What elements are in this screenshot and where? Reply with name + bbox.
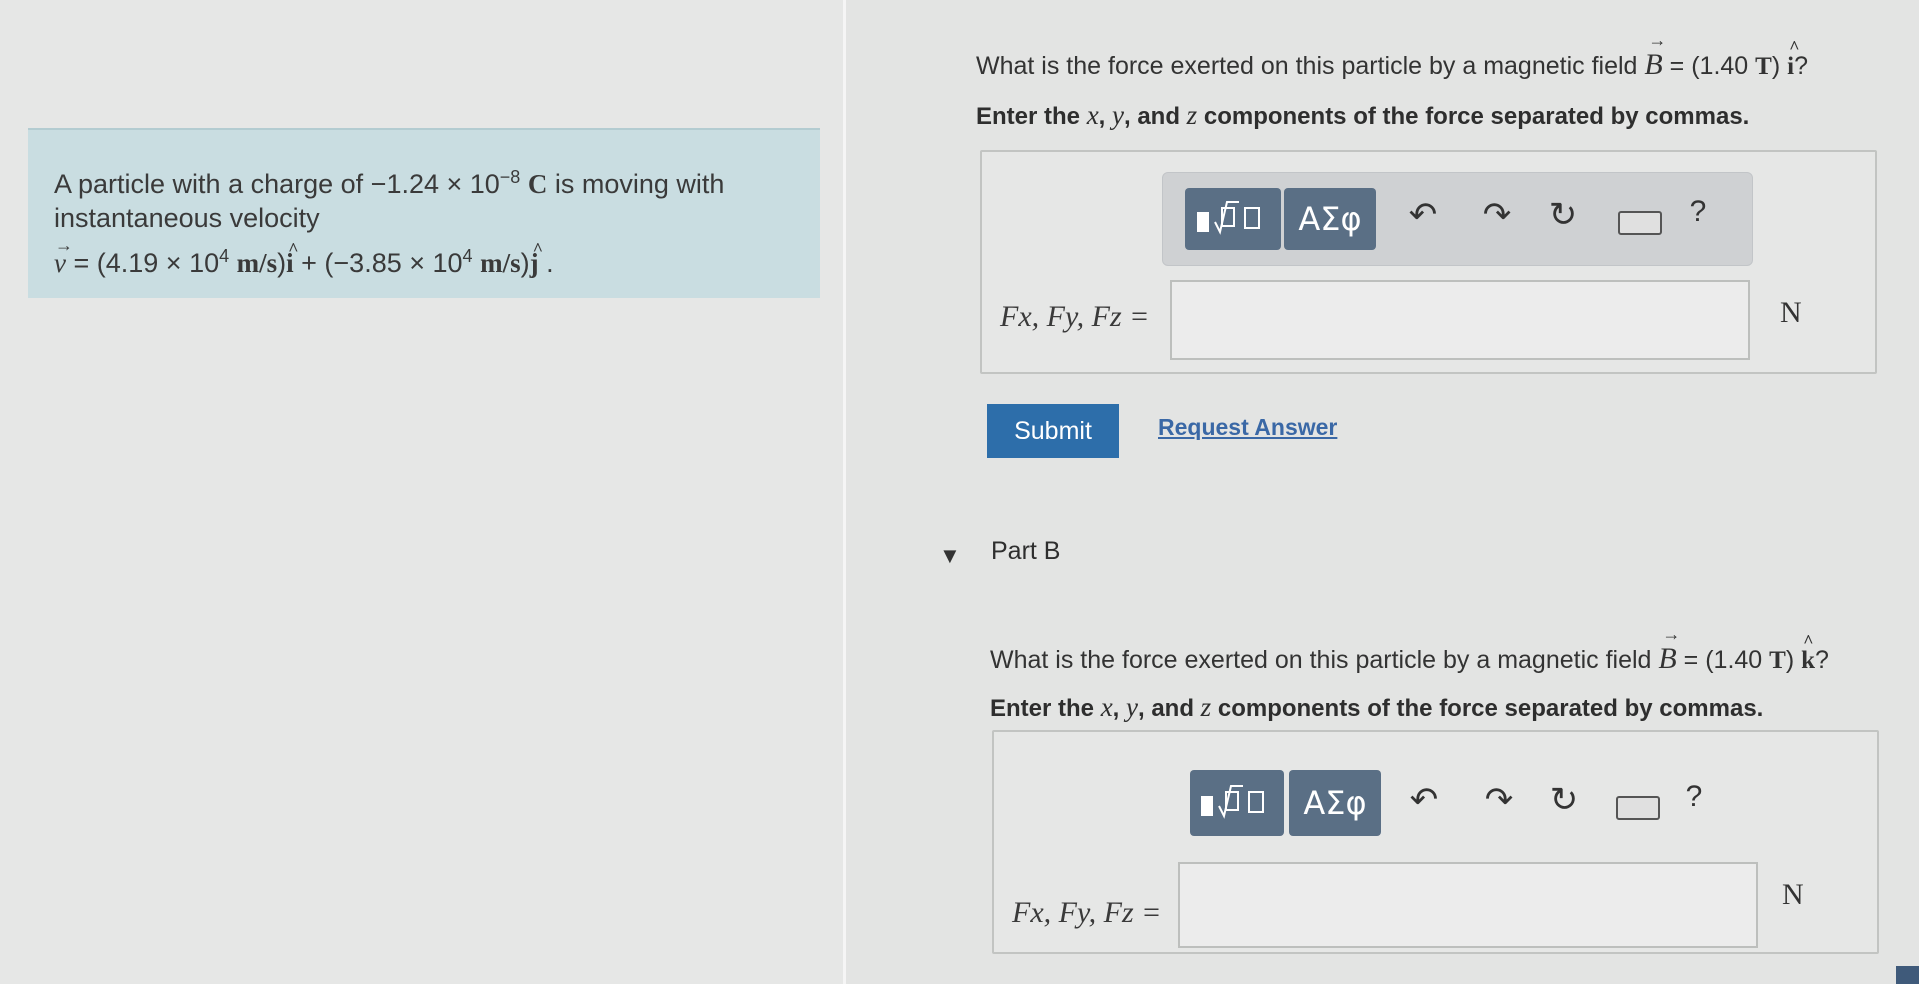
part-a-question: What is the force exerted on this partic…	[976, 30, 1808, 81]
right-pane: What is the force exerted on this partic…	[846, 0, 1919, 984]
part-b-answer-input[interactable]	[1178, 862, 1758, 948]
help-icon[interactable]: ?	[1678, 195, 1718, 229]
keyboard-icon[interactable]	[1618, 211, 1662, 235]
part-b-math-toolbar: ΑΣφ ↶ ↷ ↻ ?	[1174, 762, 1749, 842]
help-icon[interactable]: ?	[1674, 780, 1714, 814]
part-b-instruction: Enter the x, y, and z components of the …	[990, 692, 1764, 722]
problem-line-2: instantaneous velocity	[54, 203, 320, 233]
part-a-unit: N	[1780, 296, 1802, 329]
part-b-greek-button[interactable]: ΑΣφ	[1289, 770, 1381, 836]
reset-icon[interactable]: ↻	[1544, 780, 1584, 820]
redo-icon[interactable]: ↷	[1477, 195, 1517, 235]
velocity-expression: → v = (4.19 × 104 m/s) ^ i + (−3.85 × 104 m…	[54, 235, 554, 278]
part-a-answer-box: ΑΣφ ↶ ↷ ↻ ? Fx, Fy, Fz = N	[980, 150, 1877, 374]
problem-statement: A particle with a charge of −1.24 × 10−8…	[54, 160, 724, 280]
redo-icon[interactable]: ↷	[1479, 780, 1519, 820]
caret-down-icon[interactable]: ▼	[939, 543, 961, 569]
undo-icon[interactable]: ↶	[1404, 780, 1444, 820]
part-b-label: Fx, Fy, Fz =	[1012, 896, 1162, 929]
part-b-unit: N	[1782, 878, 1804, 911]
part-b-title[interactable]: Part B	[991, 537, 1060, 566]
part-b-question: What is the force exerted on this partic…	[990, 624, 1829, 675]
fraction-sqrt-template-icon	[1185, 196, 1281, 245]
part-a-answer-input[interactable]	[1170, 280, 1750, 360]
problem-line-1: A particle with a charge of −1.24 × 10−8…	[54, 167, 725, 199]
undo-icon[interactable]: ↶	[1403, 195, 1443, 235]
reset-icon[interactable]: ↻	[1543, 195, 1583, 235]
left-pane: A particle with a charge of −1.24 × 10−8…	[0, 0, 843, 984]
part-a-math-toolbar: ΑΣφ ↶ ↷ ↻ ?	[1162, 172, 1753, 266]
part-b-template-button[interactable]	[1190, 770, 1284, 836]
part-b-answer-box: ΑΣφ ↶ ↷ ↻ ? Fx, Fy, Fz = N	[992, 730, 1879, 954]
part-a-label: Fx, Fy, Fz =	[1000, 300, 1150, 333]
submit-button[interactable]: Submit	[987, 404, 1119, 458]
problem-statement-box: A particle with a charge of −1.24 × 10−8…	[28, 128, 820, 298]
keyboard-icon[interactable]	[1616, 796, 1660, 820]
part-a-template-button[interactable]	[1185, 188, 1281, 250]
fraction-sqrt-template-icon	[1190, 780, 1284, 829]
part-a-instruction: Enter the x, y, and z components of the …	[976, 100, 1750, 130]
scroll-indicator	[1896, 966, 1919, 984]
part-a-greek-button[interactable]: ΑΣφ	[1284, 188, 1376, 250]
request-answer-link[interactable]: Request Answer	[1158, 414, 1337, 441]
